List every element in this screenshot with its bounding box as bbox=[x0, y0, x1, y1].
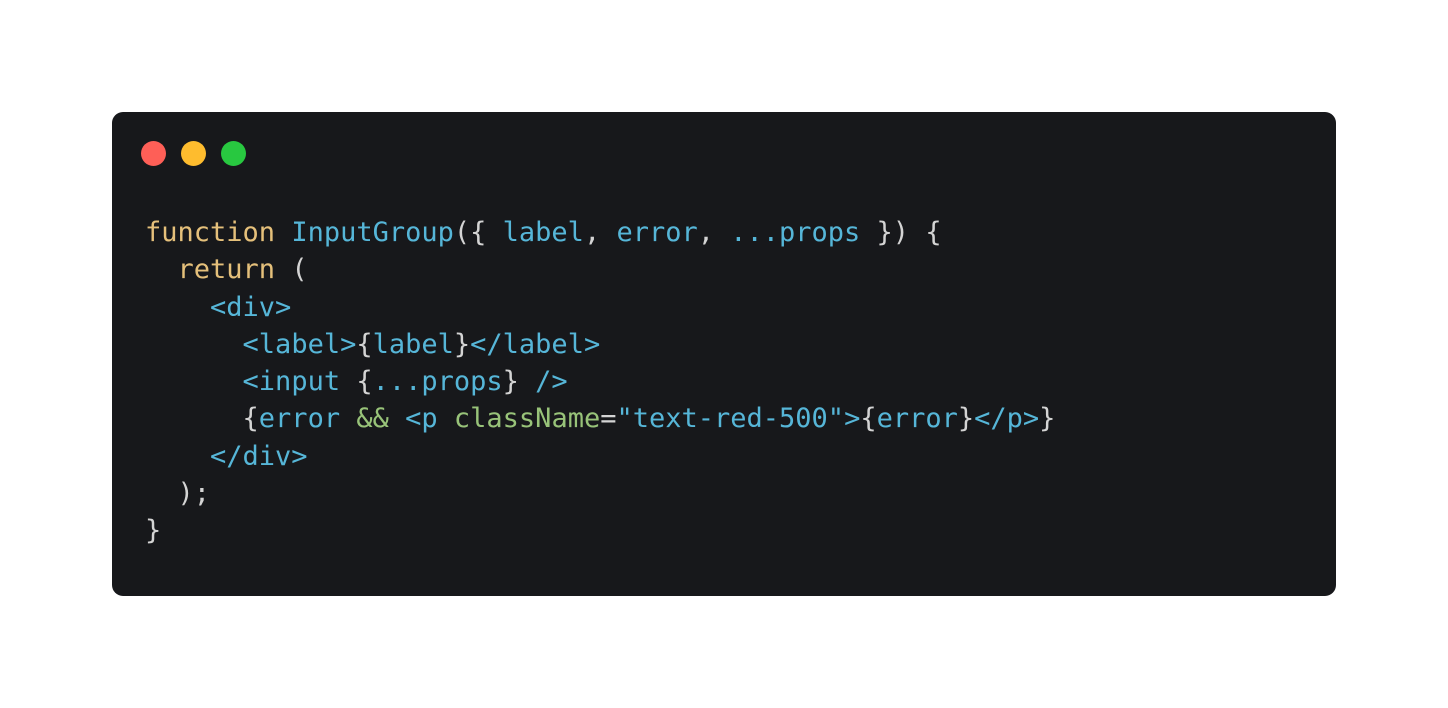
code-token-identifier: label bbox=[502, 217, 584, 248]
code-line: {error && <p className="text-red-500">{e… bbox=[145, 400, 1056, 437]
code-token-punctuation bbox=[389, 403, 405, 434]
code-token-punctuation: , bbox=[697, 217, 731, 248]
code-token-keyword: function bbox=[145, 217, 276, 248]
code-token-keyword: return bbox=[177, 254, 276, 286]
code-line: <label>{label}</label> bbox=[145, 326, 1055, 363]
code-token-punctuation: } bbox=[453, 328, 471, 360]
code-line: } bbox=[145, 512, 1055, 549]
code-token-punctuation bbox=[275, 217, 291, 248]
code-token-identifier: ...props bbox=[730, 217, 861, 248]
code-window: function InputGroup({ label, error, ...p… bbox=[112, 112, 1336, 596]
code-token-punctuation: ); bbox=[145, 478, 211, 510]
code-token-punctuation bbox=[145, 441, 210, 472]
code-line: return ( bbox=[145, 251, 1055, 288]
code-token-punctuation: { bbox=[356, 328, 373, 360]
code-token-punctuation: , bbox=[583, 217, 617, 248]
code-line: <div> bbox=[145, 289, 1055, 326]
code-token-identifier: InputGroup bbox=[291, 217, 454, 248]
code-token-identifier: error bbox=[616, 217, 698, 248]
code-token-identifier: error bbox=[258, 403, 341, 435]
code-token-punctuation: } bbox=[502, 366, 536, 398]
code-token-punctuation bbox=[145, 254, 178, 285]
code-token-punctuation bbox=[340, 403, 356, 434]
code-token-punctuation bbox=[438, 403, 454, 434]
code-token-attribute: && bbox=[356, 403, 389, 435]
code-line: ); bbox=[145, 475, 1055, 512]
close-dot[interactable] bbox=[141, 141, 166, 166]
code-token-tag: <label> bbox=[242, 328, 357, 360]
code-token-punctuation: } bbox=[957, 403, 975, 435]
code-token-punctuation: } bbox=[145, 515, 162, 547]
code-line: <input {...props} /> bbox=[145, 363, 1055, 400]
code-token-identifier: error bbox=[876, 403, 958, 435]
code-token-tag: </p> bbox=[974, 403, 1040, 435]
code-token-punctuation: { bbox=[860, 403, 877, 435]
code-token-tag: <div> bbox=[210, 291, 292, 323]
code-token-punctuation bbox=[145, 292, 210, 323]
code-token-punctuation bbox=[145, 329, 243, 360]
code-token-tag: <input bbox=[242, 366, 341, 398]
code-token-punctuation: { bbox=[145, 403, 259, 435]
code-token-attribute: className bbox=[453, 403, 601, 435]
code-line: function InputGroup({ label, error, ...p… bbox=[145, 214, 1055, 251]
code-token-identifier: "text-red-500" bbox=[616, 403, 845, 435]
code-token-punctuation: ({ bbox=[453, 217, 503, 248]
code-token-identifier: ...props bbox=[372, 366, 503, 398]
code-token-punctuation: { bbox=[340, 366, 373, 398]
code-token-tag: </div> bbox=[210, 440, 308, 472]
code-token-tag: > bbox=[844, 403, 861, 435]
code-token-punctuation: = bbox=[600, 403, 617, 435]
code-line: </div> bbox=[145, 438, 1055, 475]
code-token-punctuation: }) { bbox=[860, 217, 942, 248]
code-token-punctuation: ( bbox=[275, 254, 308, 286]
code-token-punctuation bbox=[145, 366, 243, 397]
code-token-tag: /> bbox=[535, 366, 568, 398]
code-block: function InputGroup({ label, error, ...p… bbox=[145, 214, 1055, 550]
code-token-tag: </label> bbox=[470, 328, 601, 360]
minimize-dot[interactable] bbox=[181, 141, 206, 166]
code-token-punctuation: } bbox=[1039, 403, 1056, 435]
code-token-tag: <p bbox=[405, 403, 438, 435]
maximize-dot[interactable] bbox=[221, 141, 246, 166]
code-token-identifier: label bbox=[372, 328, 454, 360]
